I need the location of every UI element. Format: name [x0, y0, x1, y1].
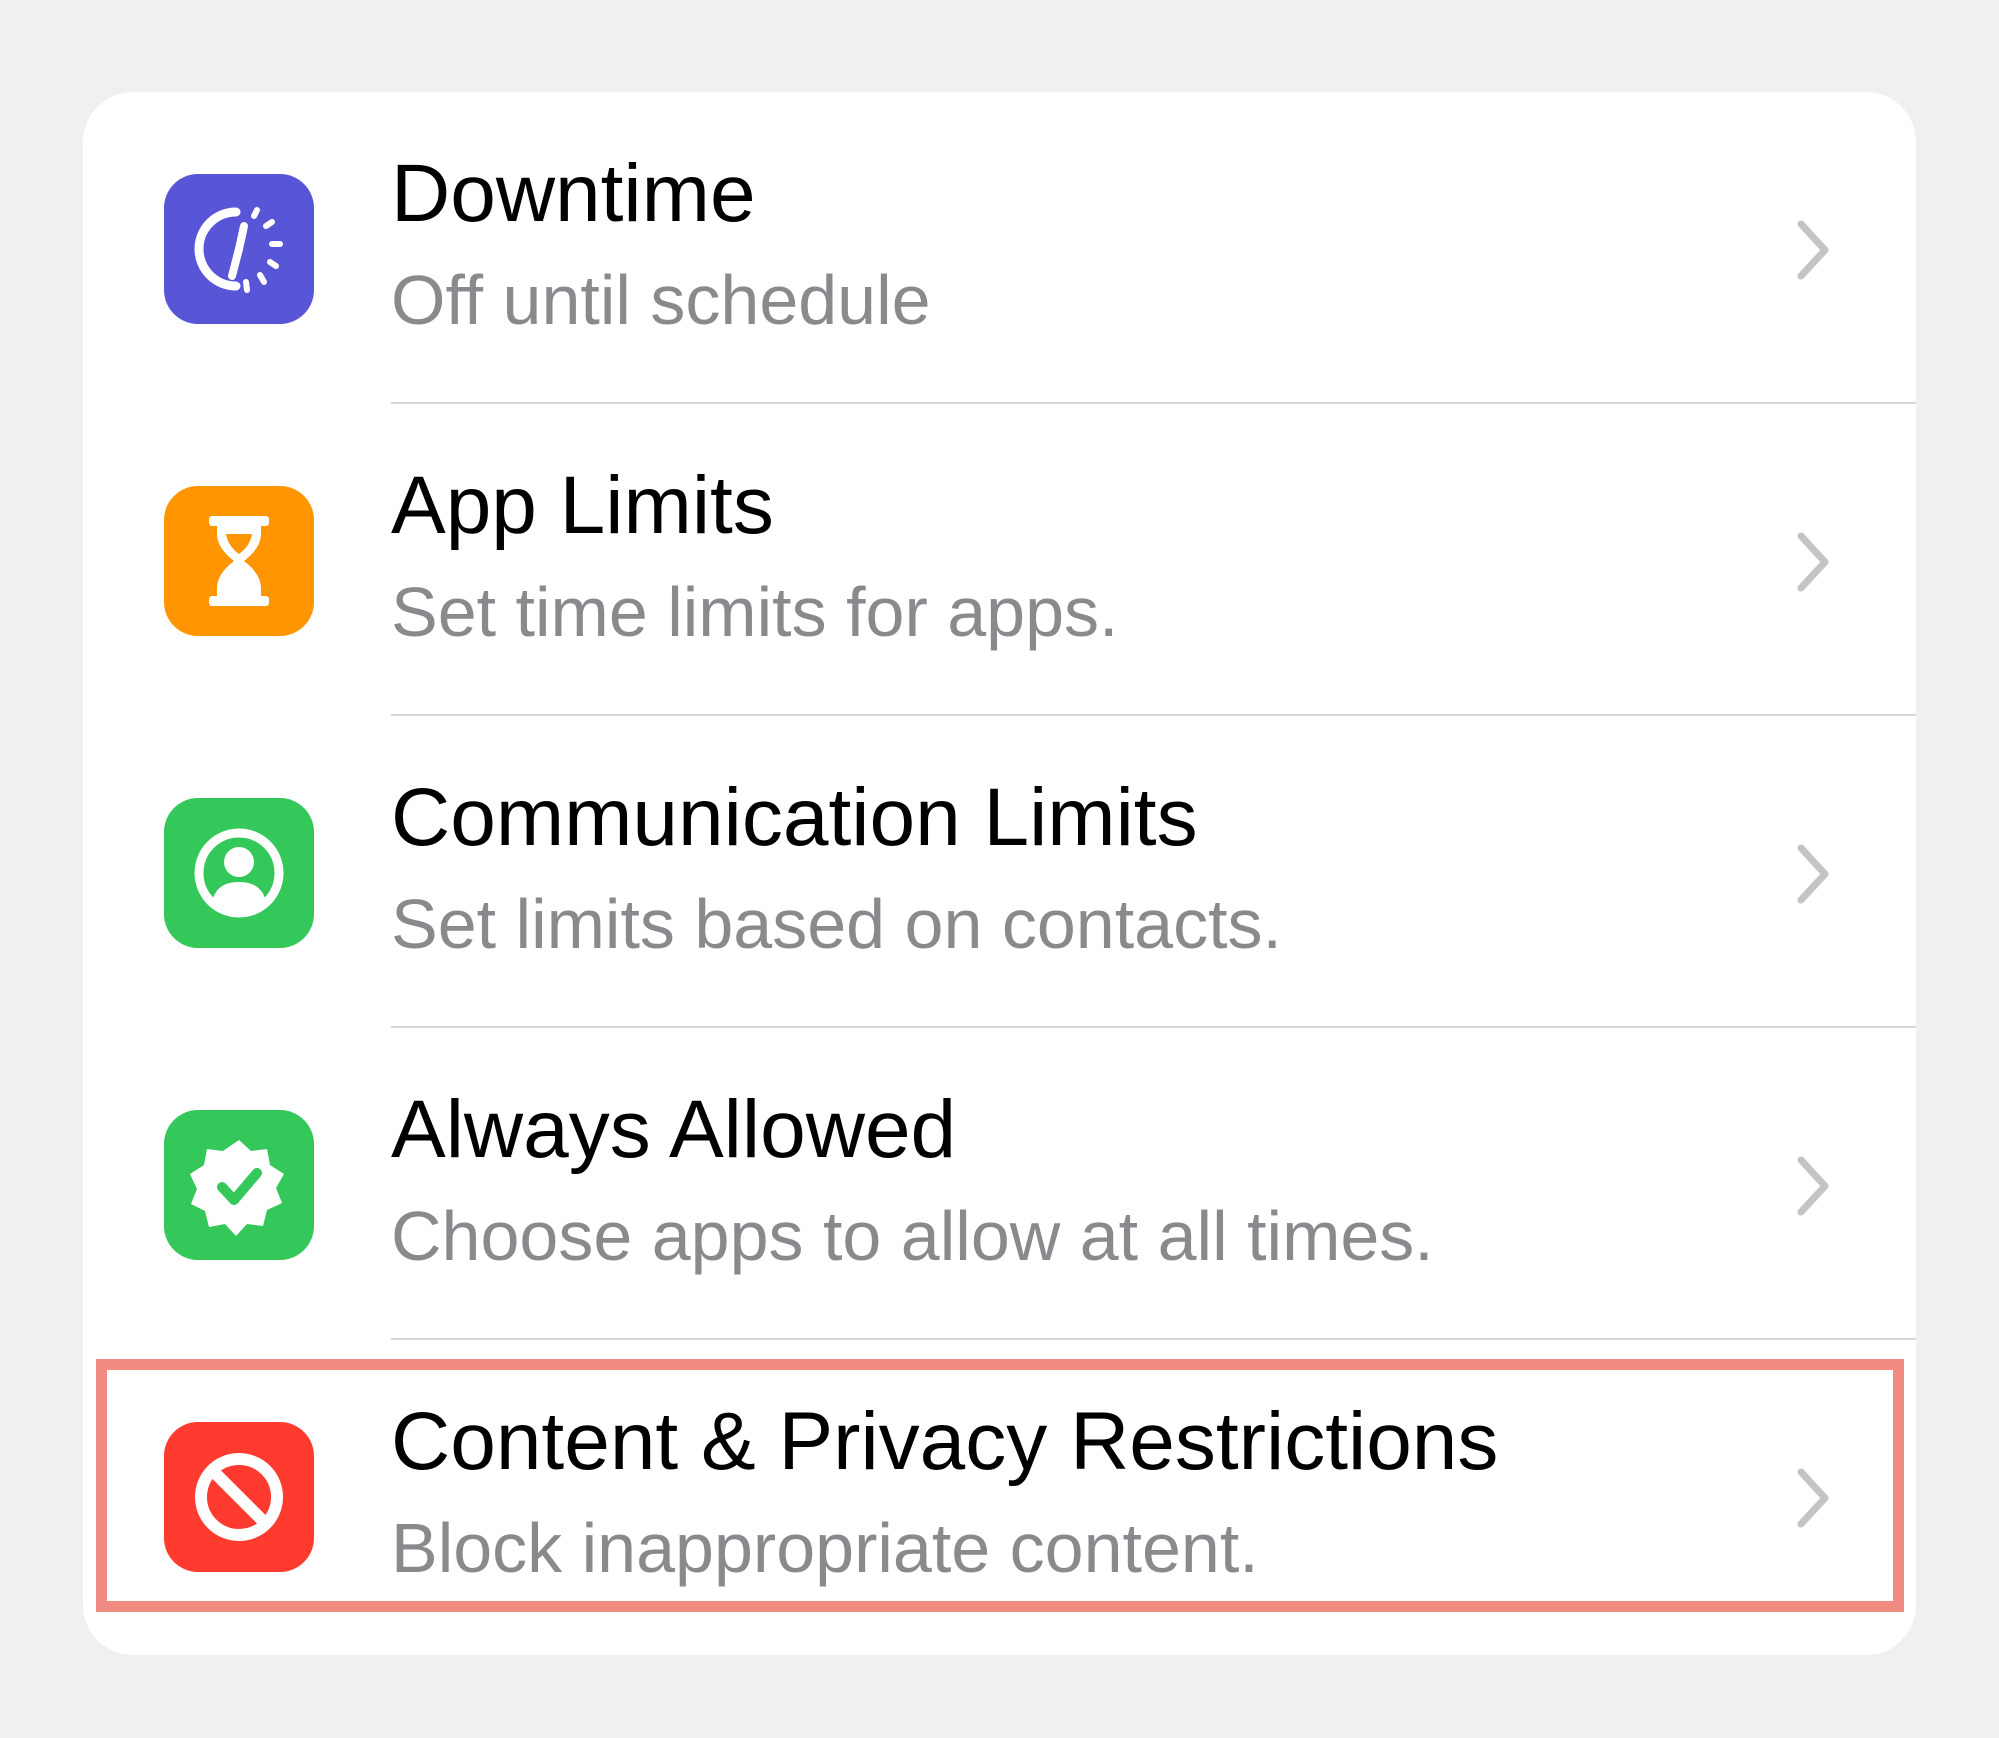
communication-limits-row[interactable]: Communication Limits Set limits based on… — [83, 716, 1916, 1028]
always-allowed-row[interactable]: Always Allowed Choose apps to allow at a… — [83, 1028, 1916, 1340]
settings-list: Downtime Off until schedule App Limits S… — [83, 92, 1916, 1655]
always-allowed-title: Always Allowed — [391, 1084, 957, 1175]
content-privacy-restrictions-subtitle: Block inappropriate content. — [391, 1509, 1259, 1587]
no-entry-icon — [164, 1422, 314, 1572]
app-limits-title: App Limits — [391, 460, 774, 551]
app-limits-row[interactable]: App Limits Set time limits for apps. — [83, 404, 1916, 716]
downtime-row[interactable]: Downtime Off until schedule — [83, 92, 1916, 404]
chevron-right-icon — [1783, 212, 1843, 288]
communication-limits-subtitle: Set limits based on contacts. — [391, 885, 1282, 963]
person-circle-icon — [164, 798, 314, 948]
downtime-icon — [164, 174, 314, 324]
chevron-right-icon — [1783, 1460, 1843, 1536]
downtime-subtitle: Off until schedule — [391, 261, 931, 339]
checkmark-seal-icon — [164, 1110, 314, 1260]
downtime-title: Downtime — [391, 148, 756, 239]
always-allowed-subtitle: Choose apps to allow at all times. — [391, 1197, 1434, 1275]
chevron-right-icon — [1783, 836, 1843, 912]
content-privacy-restrictions-row[interactable]: Content & Privacy Restrictions Block ina… — [83, 1340, 1916, 1652]
hourglass-icon — [164, 486, 314, 636]
content-privacy-restrictions-title: Content & Privacy Restrictions — [391, 1396, 1499, 1487]
communication-limits-title: Communication Limits — [391, 772, 1198, 863]
app-limits-subtitle: Set time limits for apps. — [391, 573, 1119, 651]
chevron-right-icon — [1783, 524, 1843, 600]
chevron-right-icon — [1783, 1148, 1843, 1224]
